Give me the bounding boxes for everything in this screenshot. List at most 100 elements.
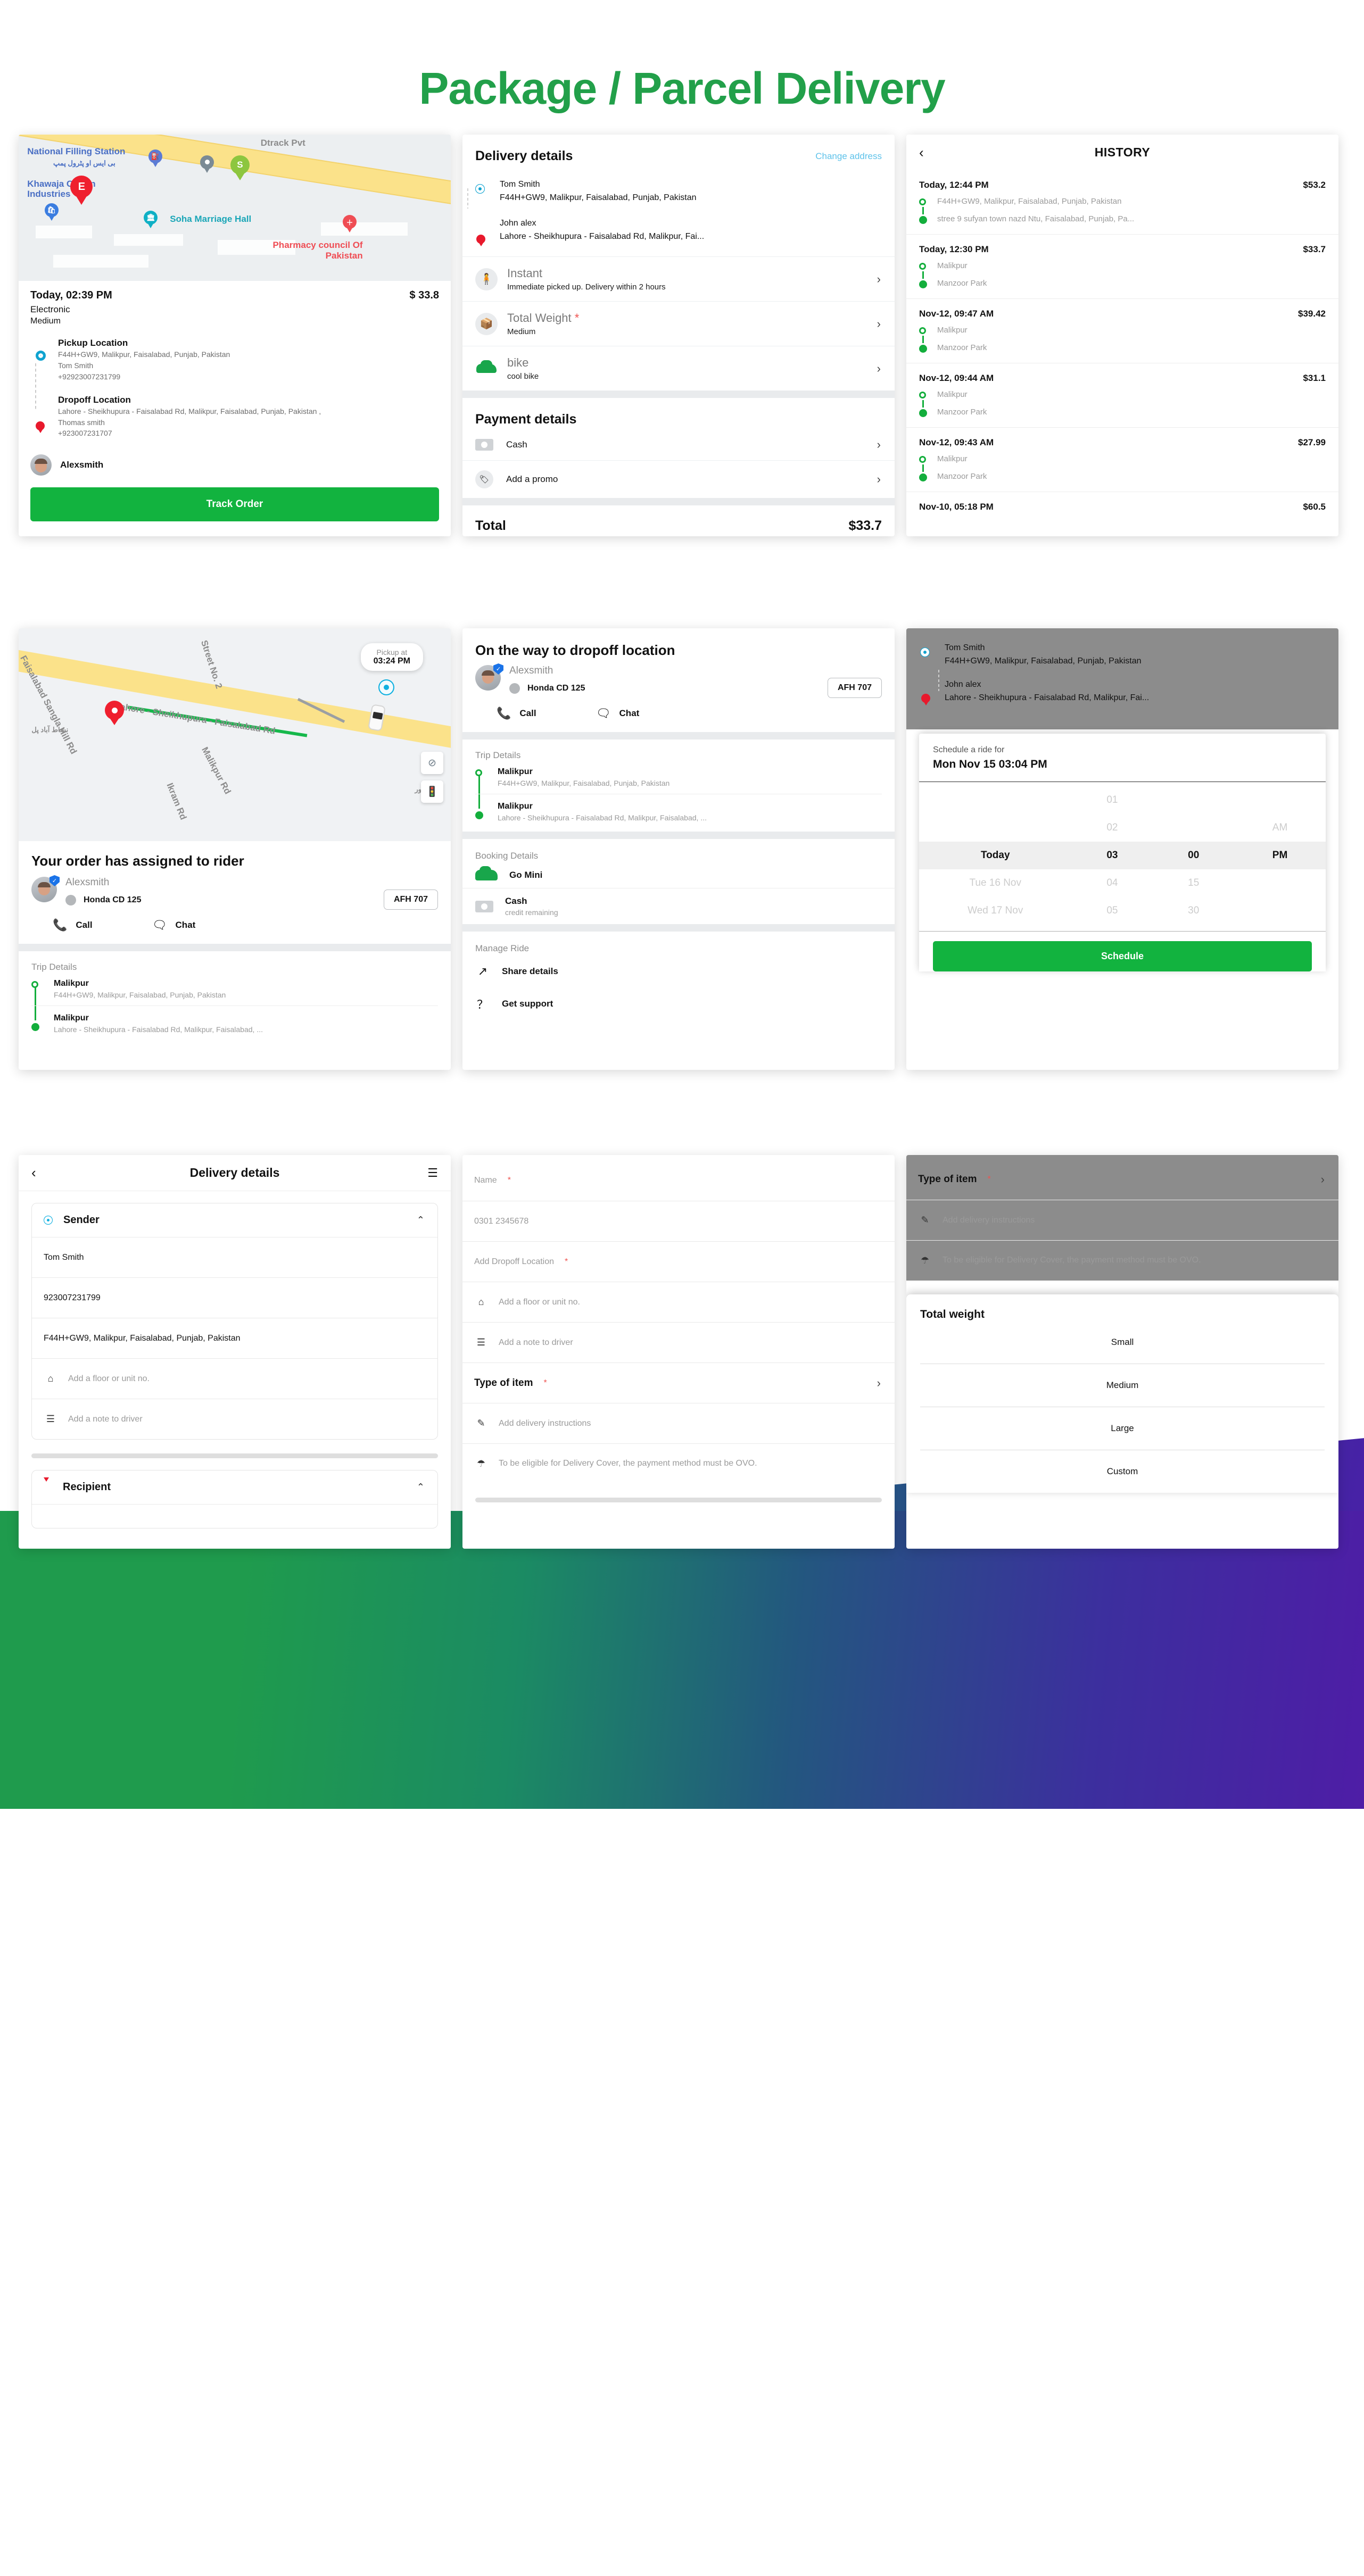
booking-details-title: Booking Details [475, 851, 539, 861]
picker-row[interactable]: 02 AM [919, 814, 1326, 842]
option-instant[interactable]: 🧍 Instant Immediate picked up. Delivery … [462, 256, 895, 301]
date-time-picker[interactable]: 01 02 AM Today 03 00 PM Tue 16 Nov 04 15… [919, 782, 1326, 932]
trip-stop-name: Malikpur [498, 767, 533, 776]
picker-day: Tue 16 Nov [969, 877, 1021, 888]
weight-option-large[interactable]: Large [920, 1407, 1325, 1450]
change-address-link[interactable]: Change address [815, 151, 882, 162]
recipient-dropoff-field[interactable]: Add Dropoff Location * [462, 1241, 895, 1282]
trip-stop: Malikpur F44H+GW9, Malikpur, Faisalabad,… [31, 979, 438, 999]
picker-row[interactable]: 01 [919, 786, 1326, 814]
history-to: Manzoor Park [937, 408, 987, 417]
history-amount: $53.2 [1303, 180, 1326, 190]
back-chevron-icon[interactable]: ‹ [919, 144, 924, 161]
scrollbar[interactable] [475, 1498, 882, 1502]
history-item[interactable]: Nov-10, 05:18 PM $60.5 [906, 492, 1338, 523]
share-details-button[interactable]: ↗ Share details [462, 956, 895, 987]
history-item[interactable]: Nov-12, 09:47 AM $39.42 Malikpur Manzoor … [906, 298, 1338, 363]
payment-row-cash[interactable]: Cash › [462, 429, 895, 460]
scrollbar[interactable] [31, 1453, 438, 1458]
history-item[interactable]: Nov-12, 09:43 AM $27.99 Malikpur Manzoor … [906, 427, 1338, 492]
sender-panel-header[interactable]: Sender ⌃ [32, 1203, 437, 1237]
booking-payment-row: Cash credit remaining [462, 888, 895, 924]
chat-button[interactable]: 🗨 Chat [596, 707, 640, 720]
picker-row[interactable]: Tue 16 Nov 04 15 [919, 869, 1326, 897]
hamburger-icon[interactable]: ☰ [427, 1167, 438, 1178]
screen-on-the-way: On the way to dropoff location ✓ Alexsmi… [462, 628, 895, 1070]
sender-note-field[interactable]: ☰ Add a note to driver [32, 1399, 437, 1439]
schedule-button[interactable]: Schedule [933, 941, 1312, 971]
history-to: Manzoor Park [937, 343, 987, 352]
option-vehicle[interactable]: bike cool bike › [462, 346, 895, 390]
pickup-at-label: Pickup at [376, 648, 408, 657]
sender-address-field[interactable]: F44H+GW9, Malikpur, Faisalabad, Punjab, … [32, 1318, 437, 1358]
weight-option-medium[interactable]: Medium [920, 1364, 1325, 1407]
track-order-button[interactable]: Track Order [30, 487, 439, 522]
vehicle-icon [475, 866, 498, 880]
history-item[interactable]: Nov-12, 09:44 AM $31.1 Malikpur Manzoor P… [906, 363, 1338, 427]
recipient-first-field[interactable] [32, 1504, 437, 1528]
weight-option-small[interactable]: Small [920, 1321, 1325, 1364]
delivery-instructions-field[interactable]: ✎ Add delivery instructions [462, 1403, 895, 1443]
recipient-phone-field[interactable]: 0301 2345678 [462, 1201, 895, 1241]
recipient-floor-placeholder: Add a floor or unit no. [499, 1297, 580, 1307]
screens-row-2: Faisalabad Sangla Hill Rd Street No. 2 L… [0, 628, 1364, 1086]
sender-stop: Tom Smith F44H+GW9, Malikpur, Faisalabad… [920, 643, 1325, 666]
payment-row-promo[interactable]: 🏷 Add a promo › [462, 460, 895, 498]
type-of-item-field[interactable]: Type of item * › [462, 1362, 895, 1403]
call-button[interactable]: 📞 Call [497, 707, 536, 720]
section-divider [462, 732, 895, 739]
sender-name-field[interactable]: Tom Smith [32, 1237, 437, 1277]
get-support-button[interactable]: ？ Get support [462, 987, 895, 1021]
call-button[interactable]: 📞 Call [53, 918, 93, 932]
history-from: Malikpur [937, 261, 968, 270]
history-item[interactable]: Today, 12:30 PM $33.7 Malikpur Manzoor Pa… [906, 234, 1338, 298]
picker-meridiem: AM [1272, 822, 1288, 833]
weight-option-custom[interactable]: Custom [920, 1450, 1325, 1493]
sender-phone-field[interactable]: 923007231799 [32, 1277, 437, 1318]
pickup-dot-icon [920, 647, 930, 657]
pickup-name: Tom Smith [58, 361, 94, 370]
recipient-note-field[interactable]: ☰ Add a note to driver [462, 1322, 895, 1362]
traffic-light-icon[interactable]: 🚦 [421, 780, 443, 803]
option-sub: cool bike [507, 372, 539, 381]
history-from: Malikpur [937, 390, 968, 399]
picker-hour: 03 [1106, 850, 1118, 861]
note-icon: ☰ [46, 1414, 55, 1424]
map-layers-icon[interactable]: ⊘ [421, 752, 443, 774]
chat-icon: 🗨 [152, 918, 167, 932]
destination-dot-icon [31, 1023, 39, 1031]
vehicle-icon [475, 358, 498, 380]
required-asterisk: * [987, 1175, 991, 1184]
section-divider [19, 944, 451, 951]
map-view[interactable]: Faisalabad Sangla Hill Rd Street No. 2 L… [19, 628, 451, 841]
screen-schedule-ride: Tom Smith F44H+GW9, Malikpur, Faisalabad… [906, 628, 1338, 1070]
option-total-weight[interactable]: 📦 Total Weight * Medium › [462, 301, 895, 346]
delivery-instructions-field[interactable]: ✎ Add delivery instructions [906, 1200, 1338, 1240]
picker-hour: 04 [1106, 877, 1118, 888]
sender-address-value: F44H+GW9, Malikpur, Faisalabad, Punjab, … [44, 1333, 241, 1343]
picker-row-selected[interactable]: Today 03 00 PM [919, 842, 1326, 869]
chevron-right-icon: › [877, 1376, 881, 1390]
type-of-item-field[interactable]: Type of item * › [906, 1159, 1338, 1200]
dropoff-title: Dropoff Location [58, 394, 131, 405]
phone-frame: Delivery details Change address Tom Smit… [462, 135, 895, 536]
picker-row[interactable]: Wed 17 Nov 05 30 [919, 897, 1326, 925]
required-asterisk: * [565, 1257, 568, 1266]
screen-delivery-details: Delivery details Change address Tom Smit… [462, 135, 895, 536]
license-plate: AFH 707 [827, 678, 882, 698]
recipient-name-field[interactable]: Name * [462, 1160, 895, 1201]
recipient-name: John alex [500, 219, 536, 228]
history-date: Today, 12:44 PM [919, 180, 989, 190]
required-asterisk: * [543, 1378, 547, 1387]
sender-floor-field[interactable]: ⌂ Add a floor or unit no. [32, 1358, 437, 1399]
back-chevron-icon[interactable]: ‹ [31, 1165, 36, 1181]
history-item[interactable]: Today, 12:44 PM $53.2 F44H+GW9, Malikpur,… [906, 170, 1338, 234]
map-label-soha: Soha Marriage Hall [170, 213, 252, 224]
total-label: Total [475, 518, 506, 533]
sender-name: Tom Smith [945, 643, 985, 652]
recipient-panel-header[interactable]: Recipient ⌃ [32, 1470, 437, 1504]
chat-button[interactable]: 🗨 Chat [152, 918, 196, 932]
recipient-floor-field[interactable]: ⌂ Add a floor or unit no. [462, 1282, 895, 1322]
dropoff-name: Thomas smith [58, 418, 105, 427]
map-view[interactable]: Dtrack Pvt National Filling Station بی ا… [19, 135, 451, 281]
